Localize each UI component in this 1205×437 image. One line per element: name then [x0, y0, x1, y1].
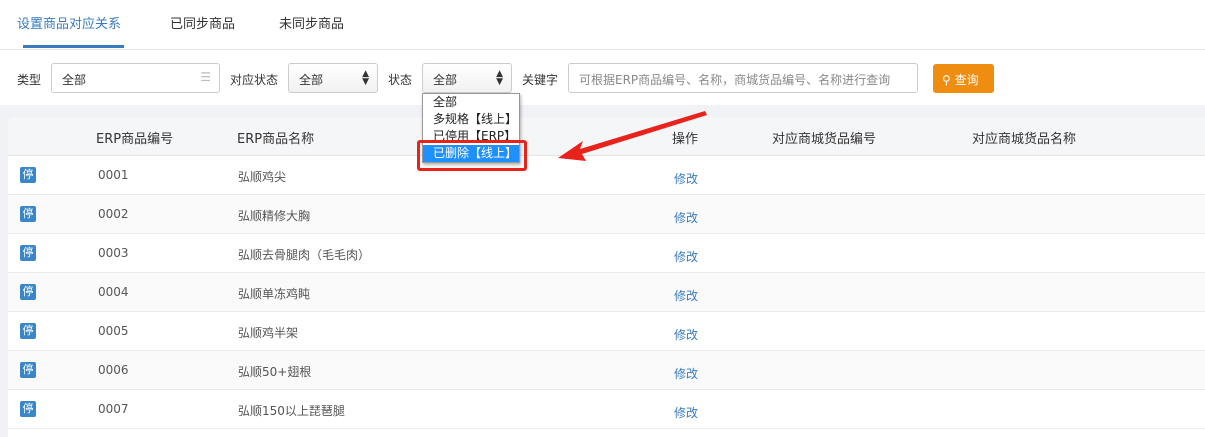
- active-tab-indicator: [23, 45, 124, 48]
- erp-code: 0001: [98, 168, 129, 182]
- table-row: 停 0005 弘顺鸡半架 修改: [8, 312, 1205, 351]
- disabled-badge: 停: [20, 323, 36, 339]
- edit-link[interactable]: 修改: [674, 365, 698, 382]
- sort-arrows-icon: ▲ ▼: [496, 69, 503, 87]
- edit-link[interactable]: 修改: [674, 209, 698, 226]
- type-select[interactable]: 全部 ☰: [51, 63, 220, 93]
- header-mall-name: 对应商城货品名称: [972, 132, 1077, 147]
- search-button[interactable]: ⚲ 查询: [933, 64, 994, 93]
- erp-code: 0005: [98, 324, 129, 338]
- erp-name: 弘顺精修大胸: [238, 209, 311, 223]
- table-row: 停 0004 弘顺单冻鸡盹 修改: [8, 273, 1205, 312]
- search-label: 查询: [954, 73, 979, 87]
- table-row: 停 0003 弘顺去骨腿肉（毛毛肉） 修改: [8, 234, 1205, 273]
- table-row: 停 0006 弘顺50+翅根 修改: [8, 351, 1205, 390]
- edit-link[interactable]: 修改: [674, 248, 698, 265]
- sort-arrows-icon: ▲ ▼: [362, 69, 369, 87]
- tab-unsynced[interactable]: 未同步商品: [279, 13, 344, 32]
- disabled-badge: 停: [20, 245, 36, 261]
- erp-name: 弘顺去骨腿肉（毛毛肉）: [238, 248, 371, 262]
- tab-product-mapping[interactable]: 设置商品对应关系: [17, 13, 121, 32]
- annotation-arrow-icon: [558, 111, 707, 161]
- erp-name: 弘顺50+翅根: [238, 365, 312, 379]
- erp-code: 0003: [98, 246, 129, 260]
- keyword-input[interactable]: 可根据ERP商品编号、名称，商城货品编号、名称进行查询: [568, 63, 918, 93]
- edit-link[interactable]: 修改: [674, 404, 698, 421]
- erp-name: 弘顺鸡半架: [238, 326, 299, 340]
- erp-name: 弘顺150以上琵琶腿: [238, 404, 345, 418]
- status-select[interactable]: 全部 ▲ ▼: [422, 63, 512, 93]
- erp-code: 0004: [98, 285, 129, 299]
- header-mall-code: 对应商城货品编号: [772, 132, 877, 147]
- list-icon: ☰: [200, 70, 211, 84]
- match-status-value: 全部: [299, 73, 324, 87]
- status-option[interactable]: 全部: [423, 94, 519, 111]
- search-icon: ⚲: [942, 73, 951, 87]
- table-row: 停 0002 弘顺精修大胸 修改: [8, 195, 1205, 234]
- disabled-badge: 停: [20, 206, 36, 222]
- tab-synced[interactable]: 已同步商品: [170, 13, 235, 32]
- table-row: 停 0007 弘顺150以上琵琶腿 修改: [8, 390, 1205, 429]
- disabled-badge: 停: [20, 284, 36, 300]
- type-label: 类型: [17, 73, 42, 87]
- status-label: 状态: [388, 73, 413, 87]
- erp-code: 0007: [98, 402, 129, 416]
- erp-name: 弘顺单冻鸡盹: [238, 287, 311, 301]
- status-value: 全部: [433, 73, 458, 87]
- status-option[interactable]: 多规格【线上】: [423, 111, 519, 128]
- keyword-placeholder: 可根据ERP商品编号、名称，商城货品编号、名称进行查询: [579, 73, 891, 87]
- header-erp-name: ERP商品名称: [237, 132, 315, 147]
- header-erp-code: ERP商品编号: [96, 132, 174, 147]
- filter-bar: 类型 全部 ☰ 对应状态 全部 ▲ ▼ 状态 全部 ▲ ▼ 关键字 可根据ERP商品…: [0, 63, 1205, 93]
- tab-bar: 设置商品对应关系 已同步商品 未同步商品: [0, 0, 1205, 50]
- disabled-badge: 停: [20, 401, 36, 417]
- annotation-highlight-box: [417, 140, 527, 171]
- edit-link[interactable]: 修改: [674, 287, 698, 304]
- erp-name: 弘顺鸡尖: [238, 170, 287, 184]
- disabled-badge: 停: [20, 362, 36, 378]
- keyword-label: 关键字: [522, 73, 559, 87]
- edit-link[interactable]: 修改: [674, 326, 698, 343]
- edit-link[interactable]: 修改: [674, 170, 698, 187]
- erp-code: 0006: [98, 363, 129, 377]
- match-status-label: 对应状态: [230, 73, 279, 87]
- erp-code: 0002: [98, 207, 129, 221]
- disabled-badge: 停: [20, 167, 36, 183]
- match-status-select[interactable]: 全部 ▲ ▼: [288, 63, 378, 93]
- type-value: 全部: [62, 73, 87, 87]
